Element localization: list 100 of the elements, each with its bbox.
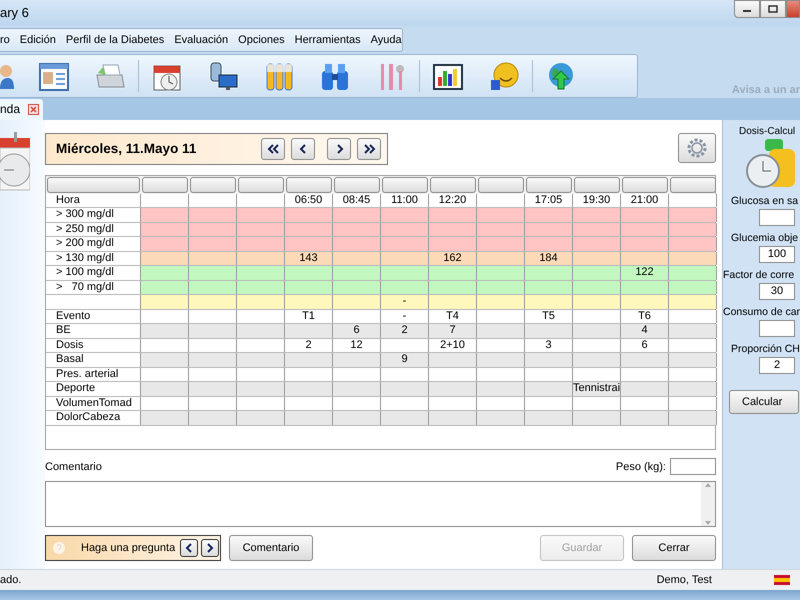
last-page-icon — [362, 142, 376, 156]
table-cell: 12:20 — [438, 194, 466, 207]
table-cell: 162 — [443, 252, 462, 265]
table-cell: Tennistrai — [573, 382, 620, 396]
weight-field[interactable] — [670, 458, 716, 476]
row-label: > 300 mg/dl — [56, 208, 114, 220]
input-field[interactable]: 2 — [759, 356, 795, 374]
column-header-button[interactable] — [574, 176, 620, 193]
table-cell: 11:00 — [391, 194, 418, 207]
calculate-button[interactable]: Calcular — [729, 390, 799, 414]
table-cell: 4 — [641, 324, 648, 338]
table-cell: 08:45 — [342, 194, 370, 207]
panel-title: Dosis-Calcul — [739, 126, 796, 137]
table-cell: 17:05 — [534, 194, 562, 207]
id-card-icon[interactable] — [38, 60, 70, 91]
field-label: Factor de corre — [723, 268, 794, 281]
table-cell: 143 — [299, 252, 318, 265]
row-label: > 100 mg/dl — [56, 266, 114, 278]
row-label: BE — [56, 324, 71, 336]
menu-item[interactable]: Evaluación — [174, 34, 228, 46]
scroll-down-icon — [704, 520, 712, 526]
menu-item[interactable]: ro — [0, 34, 10, 46]
date-title: Miércoles, 11.Mayo 11 — [56, 141, 198, 156]
status-text: ado. — [0, 574, 22, 586]
menu-item[interactable]: Edición — [20, 34, 56, 46]
table-cell: T5 — [542, 310, 555, 323]
column-header-button[interactable] — [190, 176, 236, 193]
smiley-icon[interactable] — [488, 60, 520, 91]
table-cell: - — [402, 310, 406, 323]
table-cell: - — [402, 295, 406, 308]
maximize-button[interactable] — [760, 0, 786, 18]
weight-label: Peso (kg): — [616, 460, 666, 473]
previous-button[interactable] — [291, 138, 315, 160]
row-label: Evento — [56, 310, 90, 322]
column-header-button[interactable] — [622, 176, 668, 193]
settings-button[interactable] — [678, 132, 716, 163]
input-field[interactable]: 100 — [759, 246, 795, 263]
row-label: > 130 mg/dl — [56, 252, 114, 264]
flag-icon — [774, 575, 790, 586]
field-label: Glucosa en sa — [731, 194, 798, 207]
window-title: ary 6 — [0, 5, 30, 20]
first-page-button[interactable] — [261, 138, 285, 160]
previous-button[interactable] — [180, 538, 198, 557]
calendar-clock-icon — [0, 132, 30, 192]
action-button[interactable]: Comentario — [229, 534, 313, 561]
input-field[interactable] — [759, 320, 795, 337]
field-label: Consumo de car — [723, 306, 800, 318]
scroll-up-icon — [704, 482, 712, 488]
table-cell: T1 — [302, 310, 315, 323]
maximize-icon — [768, 5, 778, 13]
row-label: > 200 mg/dl — [56, 237, 114, 250]
next-button[interactable] — [327, 138, 351, 160]
field-label: Proporción CH — [731, 342, 800, 355]
table-cell: 3 — [545, 338, 552, 352]
column-header-button[interactable] — [478, 176, 524, 193]
comment-field[interactable] — [45, 480, 716, 527]
column-header-button[interactable] — [526, 176, 572, 193]
menu-item[interactable]: Herramientas — [294, 34, 361, 46]
action-button[interactable]: Cerrar — [632, 534, 716, 561]
table-cell: 19:30 — [582, 194, 610, 207]
table-cell: 9 — [401, 353, 408, 366]
tab[interactable]: nda — [0, 98, 44, 120]
comment-label: Comentario — [45, 460, 102, 473]
minimize-button[interactable] — [734, 0, 760, 18]
first-page-icon — [266, 142, 280, 156]
column-header-button[interactable] — [238, 176, 284, 193]
help-text: Haga una pregunta — [81, 542, 176, 554]
table-cell: 6 — [641, 338, 648, 352]
menu-item[interactable]: Opciones — [238, 34, 285, 46]
row-label: Deporte — [56, 382, 96, 394]
previous-icon — [184, 542, 194, 553]
row-label: Hora — [56, 194, 80, 206]
last-page-button[interactable] — [357, 138, 381, 160]
table-cell: 06:50 — [294, 194, 322, 207]
column-header-button[interactable] — [430, 176, 476, 193]
column-header-button[interactable] — [670, 176, 716, 193]
table-cell: 12 — [350, 338, 363, 352]
row-label: > 250 mg/dl — [56, 222, 114, 235]
column-header-button[interactable] — [382, 176, 428, 193]
column-header-button[interactable] — [47, 176, 140, 193]
input-field[interactable]: 30 — [759, 282, 795, 300]
column-header-button[interactable] — [334, 176, 380, 193]
field-label: Glucemia obje — [731, 232, 798, 244]
table-cell: 2 — [401, 324, 408, 338]
input-field[interactable] — [759, 208, 795, 226]
table-cell: 2 — [305, 338, 312, 352]
settings-icon — [685, 136, 709, 160]
table-cell: T6 — [638, 310, 651, 323]
menu-item[interactable]: Ayuda — [370, 34, 402, 46]
close-button[interactable] — [786, 0, 800, 18]
table-cell: 6 — [353, 324, 360, 338]
next-button[interactable] — [201, 538, 220, 557]
column-header-button[interactable] — [286, 176, 332, 193]
column-header-button[interactable] — [142, 176, 188, 193]
table-cell: 7 — [449, 324, 456, 338]
user-name: Demo, Test — [656, 574, 712, 586]
row-label: Pres. arterial — [56, 368, 118, 380]
menu-item[interactable]: Perfil de la Diabetes — [66, 34, 164, 46]
table-cell: 122 — [635, 266, 654, 280]
row-label: > 70 mg/dl — [56, 280, 114, 293]
